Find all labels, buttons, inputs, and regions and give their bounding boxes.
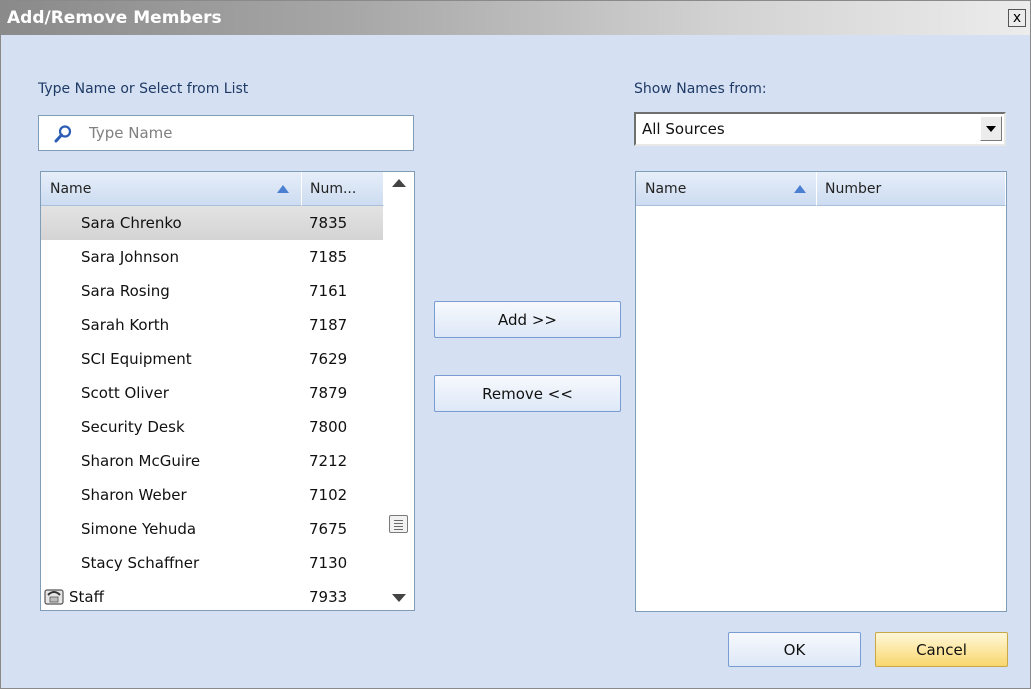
- add-remove-members-dialog: Add/Remove Members x Type Name or Select…: [0, 0, 1031, 689]
- remove-button[interactable]: Remove <<: [434, 375, 621, 412]
- title-bar[interactable]: Add/Remove Members x: [1, 1, 1030, 35]
- member-name: Sara Johnson: [81, 248, 179, 266]
- member-number: 7212: [309, 452, 348, 470]
- cancel-button[interactable]: Cancel: [875, 632, 1008, 667]
- member-name: SCI Equipment: [81, 350, 192, 368]
- member-number: 7102: [309, 486, 348, 504]
- phone-icon: [44, 589, 64, 605]
- member-number: 7629: [309, 350, 348, 368]
- list-item[interactable]: Simone Yehuda 7675: [41, 512, 383, 546]
- list-item[interactable]: Sharon Weber 7102: [41, 478, 383, 512]
- member-name: Scott Oliver: [81, 384, 169, 402]
- member-number: 7879: [309, 384, 348, 402]
- member-name: Staff: [69, 588, 104, 606]
- member-name: Simone Yehuda: [81, 520, 197, 538]
- list-item[interactable]: Sara Rosing 7161: [41, 274, 383, 308]
- column-header-number-label: Number: [825, 181, 882, 197]
- source-select[interactable]: All Sources: [634, 112, 1006, 146]
- vertical-scrollbar[interactable]: [384, 172, 414, 610]
- sort-ascending-icon: [794, 185, 806, 193]
- list-item[interactable]: Sharon McGuire 7212: [41, 444, 383, 478]
- member-number: 7185: [309, 248, 348, 266]
- list-item[interactable]: Sara Johnson 7185: [41, 240, 383, 274]
- column-header-name-label: Name: [645, 181, 687, 197]
- column-header-name-label: Name: [50, 181, 92, 197]
- sort-ascending-icon: [277, 185, 289, 193]
- list-item[interactable]: Stacy Schaffner 7130: [41, 546, 383, 580]
- member-number: 7675: [309, 520, 348, 538]
- member-name: Sara Chrenko: [81, 214, 182, 232]
- selected-members-list: Name Number: [635, 171, 1007, 612]
- search-input[interactable]: [89, 122, 399, 144]
- list-item[interactable]: Sara Chrenko 7835: [41, 206, 383, 240]
- column-header-name[interactable]: Name: [636, 172, 817, 206]
- search-icon: [54, 125, 72, 143]
- scroll-down-arrow-icon[interactable]: [392, 594, 406, 602]
- member-number: 7130: [309, 554, 348, 572]
- column-header-number[interactable]: Num...: [302, 172, 384, 206]
- member-name: Security Desk: [81, 418, 185, 436]
- search-field[interactable]: [38, 115, 414, 151]
- chevron-down-icon[interactable]: [980, 116, 1002, 141]
- member-rows: Sara Chrenko 7835 Sara Johnson 7185 Sara…: [41, 206, 383, 610]
- source-select-value: All Sources: [642, 120, 725, 138]
- column-header-number[interactable]: Number: [817, 172, 1006, 206]
- window-title: Add/Remove Members: [7, 8, 222, 28]
- scroll-up-arrow-icon[interactable]: [392, 179, 406, 187]
- list-item[interactable]: Sarah Korth 7187: [41, 308, 383, 342]
- scrollbar-thumb[interactable]: [389, 515, 408, 533]
- show-names-label: Show Names from:: [634, 81, 767, 97]
- ok-button[interactable]: OK: [728, 632, 861, 667]
- member-name: Sara Rosing: [81, 282, 170, 300]
- member-name: Sarah Korth: [81, 316, 170, 334]
- member-name: Stacy Schaffner: [81, 554, 200, 572]
- column-header-name[interactable]: Name: [41, 172, 302, 206]
- column-header-number-label: Num...: [310, 181, 357, 197]
- list-item[interactable]: SCI Equipment 7629: [41, 342, 383, 376]
- close-button[interactable]: x: [1008, 9, 1026, 27]
- list-item[interactable]: Security Desk 7800: [41, 410, 383, 444]
- members-list: Name Num... Sara Chrenko 7835 Sara Johns…: [40, 171, 415, 611]
- member-number: 7187: [309, 316, 348, 334]
- add-button[interactable]: Add >>: [434, 301, 621, 338]
- list-item[interactable]: Scott Oliver 7879: [41, 376, 383, 410]
- member-number: 7835: [309, 214, 348, 232]
- member-name: Sharon McGuire: [81, 452, 201, 470]
- member-number: 7161: [309, 282, 348, 300]
- member-number: 7800: [309, 418, 348, 436]
- left-list-label: Type Name or Select from List: [38, 81, 249, 97]
- member-name: Sharon Weber: [81, 486, 187, 504]
- member-number: 7933: [309, 588, 348, 606]
- list-item[interactable]: Staff 7933: [41, 580, 383, 610]
